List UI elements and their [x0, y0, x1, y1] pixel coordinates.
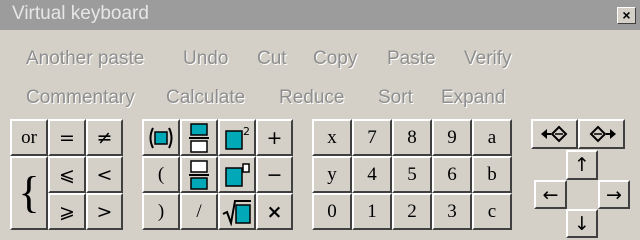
title-bar: Virtual keyboard × [0, 0, 640, 30]
plus-key[interactable]: + [256, 119, 293, 156]
menu-verify[interactable]: Verify [464, 48, 512, 70]
close-paren-key[interactable]: ) [142, 193, 180, 230]
menu-expand[interactable]: Expand [441, 87, 505, 109]
not-equal-label: ≠ [96, 126, 113, 149]
key-label: 5 [407, 163, 417, 185]
key-label: b [487, 163, 497, 185]
key-label: 1 [367, 200, 377, 222]
key-8[interactable]: 8 [392, 119, 432, 156]
menu-reduce[interactable]: Reduce [279, 87, 345, 109]
menu-copy[interactable]: Copy [313, 48, 357, 70]
menu-paste[interactable]: Paste [387, 48, 436, 70]
undo-view-icon [540, 125, 567, 143]
key-3[interactable]: 3 [432, 193, 472, 230]
slash-key[interactable]: / [180, 193, 218, 230]
arrow-left-icon: ← [542, 183, 559, 206]
key-b[interactable]: b [472, 156, 512, 193]
svg-text:2: 2 [243, 125, 250, 138]
key-6[interactable]: 6 [432, 156, 472, 193]
less-than-key[interactable]: < [86, 156, 123, 193]
arrow-right-button[interactable]: → [598, 180, 630, 209]
arrow-right-icon: → [606, 183, 622, 206]
key-x[interactable]: x [312, 119, 352, 156]
key-y[interactable]: y [312, 156, 352, 193]
or-label: or [21, 126, 37, 148]
open-paren-key[interactable]: ( [142, 156, 180, 193]
menu-calculate[interactable]: Calculate [166, 87, 245, 109]
key-label: 3 [447, 200, 457, 222]
key-1[interactable]: 1 [352, 193, 392, 230]
close-button[interactable]: × [617, 7, 636, 24]
close-paren-label: ) [157, 200, 165, 222]
menu-another-paste[interactable]: Another paste [26, 48, 144, 70]
open-paren-label: ( [157, 163, 165, 185]
menu-undo[interactable]: Undo [183, 48, 228, 70]
virtual-keyboard-window: Virtual keyboard × Another paste Undo Cu… [0, 0, 640, 240]
key-label: c [487, 200, 497, 222]
greater-equal-label: ⩾ [59, 200, 75, 223]
key-label: x [327, 126, 337, 148]
key-c[interactable]: c [472, 193, 512, 230]
key-7[interactable]: 7 [352, 119, 392, 156]
power-key[interactable]: 2 [218, 119, 256, 156]
times-label: × [266, 200, 283, 223]
arrow-down-icon: ↓ [574, 212, 590, 235]
key-label: 0 [327, 200, 337, 222]
index-key[interactable] [218, 156, 256, 193]
less-equal-label: ⩽ [59, 163, 75, 186]
power-icon: 2 [225, 125, 250, 150]
less-equal-key[interactable]: ⩽ [48, 156, 86, 193]
index-icon [225, 162, 250, 187]
parenthesis-box-icon [149, 127, 173, 148]
arrow-up-icon: ↑ [574, 154, 590, 176]
window-title: Virtual keyboard [12, 3, 149, 24]
square-root-icon [222, 199, 251, 226]
key-5[interactable]: 5 [392, 156, 432, 193]
key-9[interactable]: 9 [432, 119, 472, 156]
minus-key[interactable]: − [256, 156, 293, 193]
menu-cut[interactable]: Cut [257, 48, 287, 70]
fraction-denominator-key[interactable] [180, 156, 218, 193]
slash-label: / [196, 200, 202, 222]
key-label: y [327, 163, 337, 185]
greater-than-key[interactable]: > [86, 193, 123, 230]
menu-sort[interactable]: Sort [378, 87, 413, 109]
key-label: 9 [447, 126, 457, 148]
equals-label: = [59, 126, 75, 149]
key-label: 7 [367, 126, 377, 148]
close-icon: × [622, 7, 631, 23]
brace-key[interactable]: { [10, 156, 48, 230]
arrow-left-button[interactable]: ← [534, 180, 567, 209]
times-key[interactable]: × [256, 193, 293, 230]
key-label: 2 [407, 200, 417, 222]
key-4[interactable]: 4 [352, 156, 392, 193]
greater-equal-key[interactable]: ⩾ [48, 193, 86, 230]
brace-label: { [18, 168, 40, 217]
less-than-label: < [96, 163, 113, 186]
parenthesis-box-key[interactable] [142, 119, 180, 156]
plus-label: + [266, 126, 283, 149]
key-label: 8 [407, 126, 417, 148]
minus-label: − [266, 163, 283, 186]
fraction-key[interactable] [180, 119, 218, 156]
not-equal-key[interactable]: ≠ [86, 119, 123, 156]
key-label: 6 [447, 163, 457, 185]
key-a[interactable]: a [472, 119, 512, 156]
key-label: 4 [367, 163, 377, 185]
redo-view-button[interactable] [578, 119, 625, 149]
menu-commentary[interactable]: Commentary [26, 87, 135, 109]
key-2[interactable]: 2 [392, 193, 432, 230]
arrow-down-button[interactable]: ↓ [566, 209, 598, 238]
square-root-key[interactable] [218, 193, 256, 230]
fraction-denominator-icon [189, 159, 209, 190]
greater-than-label: > [96, 200, 113, 223]
key-label: a [487, 126, 497, 148]
key-0[interactable]: 0 [312, 193, 352, 230]
redo-view-icon [589, 125, 616, 143]
or-key[interactable]: or [10, 119, 48, 156]
fraction-icon [189, 122, 209, 153]
undo-view-button[interactable] [531, 119, 578, 149]
arrow-up-button[interactable]: ↑ [566, 150, 598, 180]
equals-key[interactable]: = [48, 119, 86, 156]
